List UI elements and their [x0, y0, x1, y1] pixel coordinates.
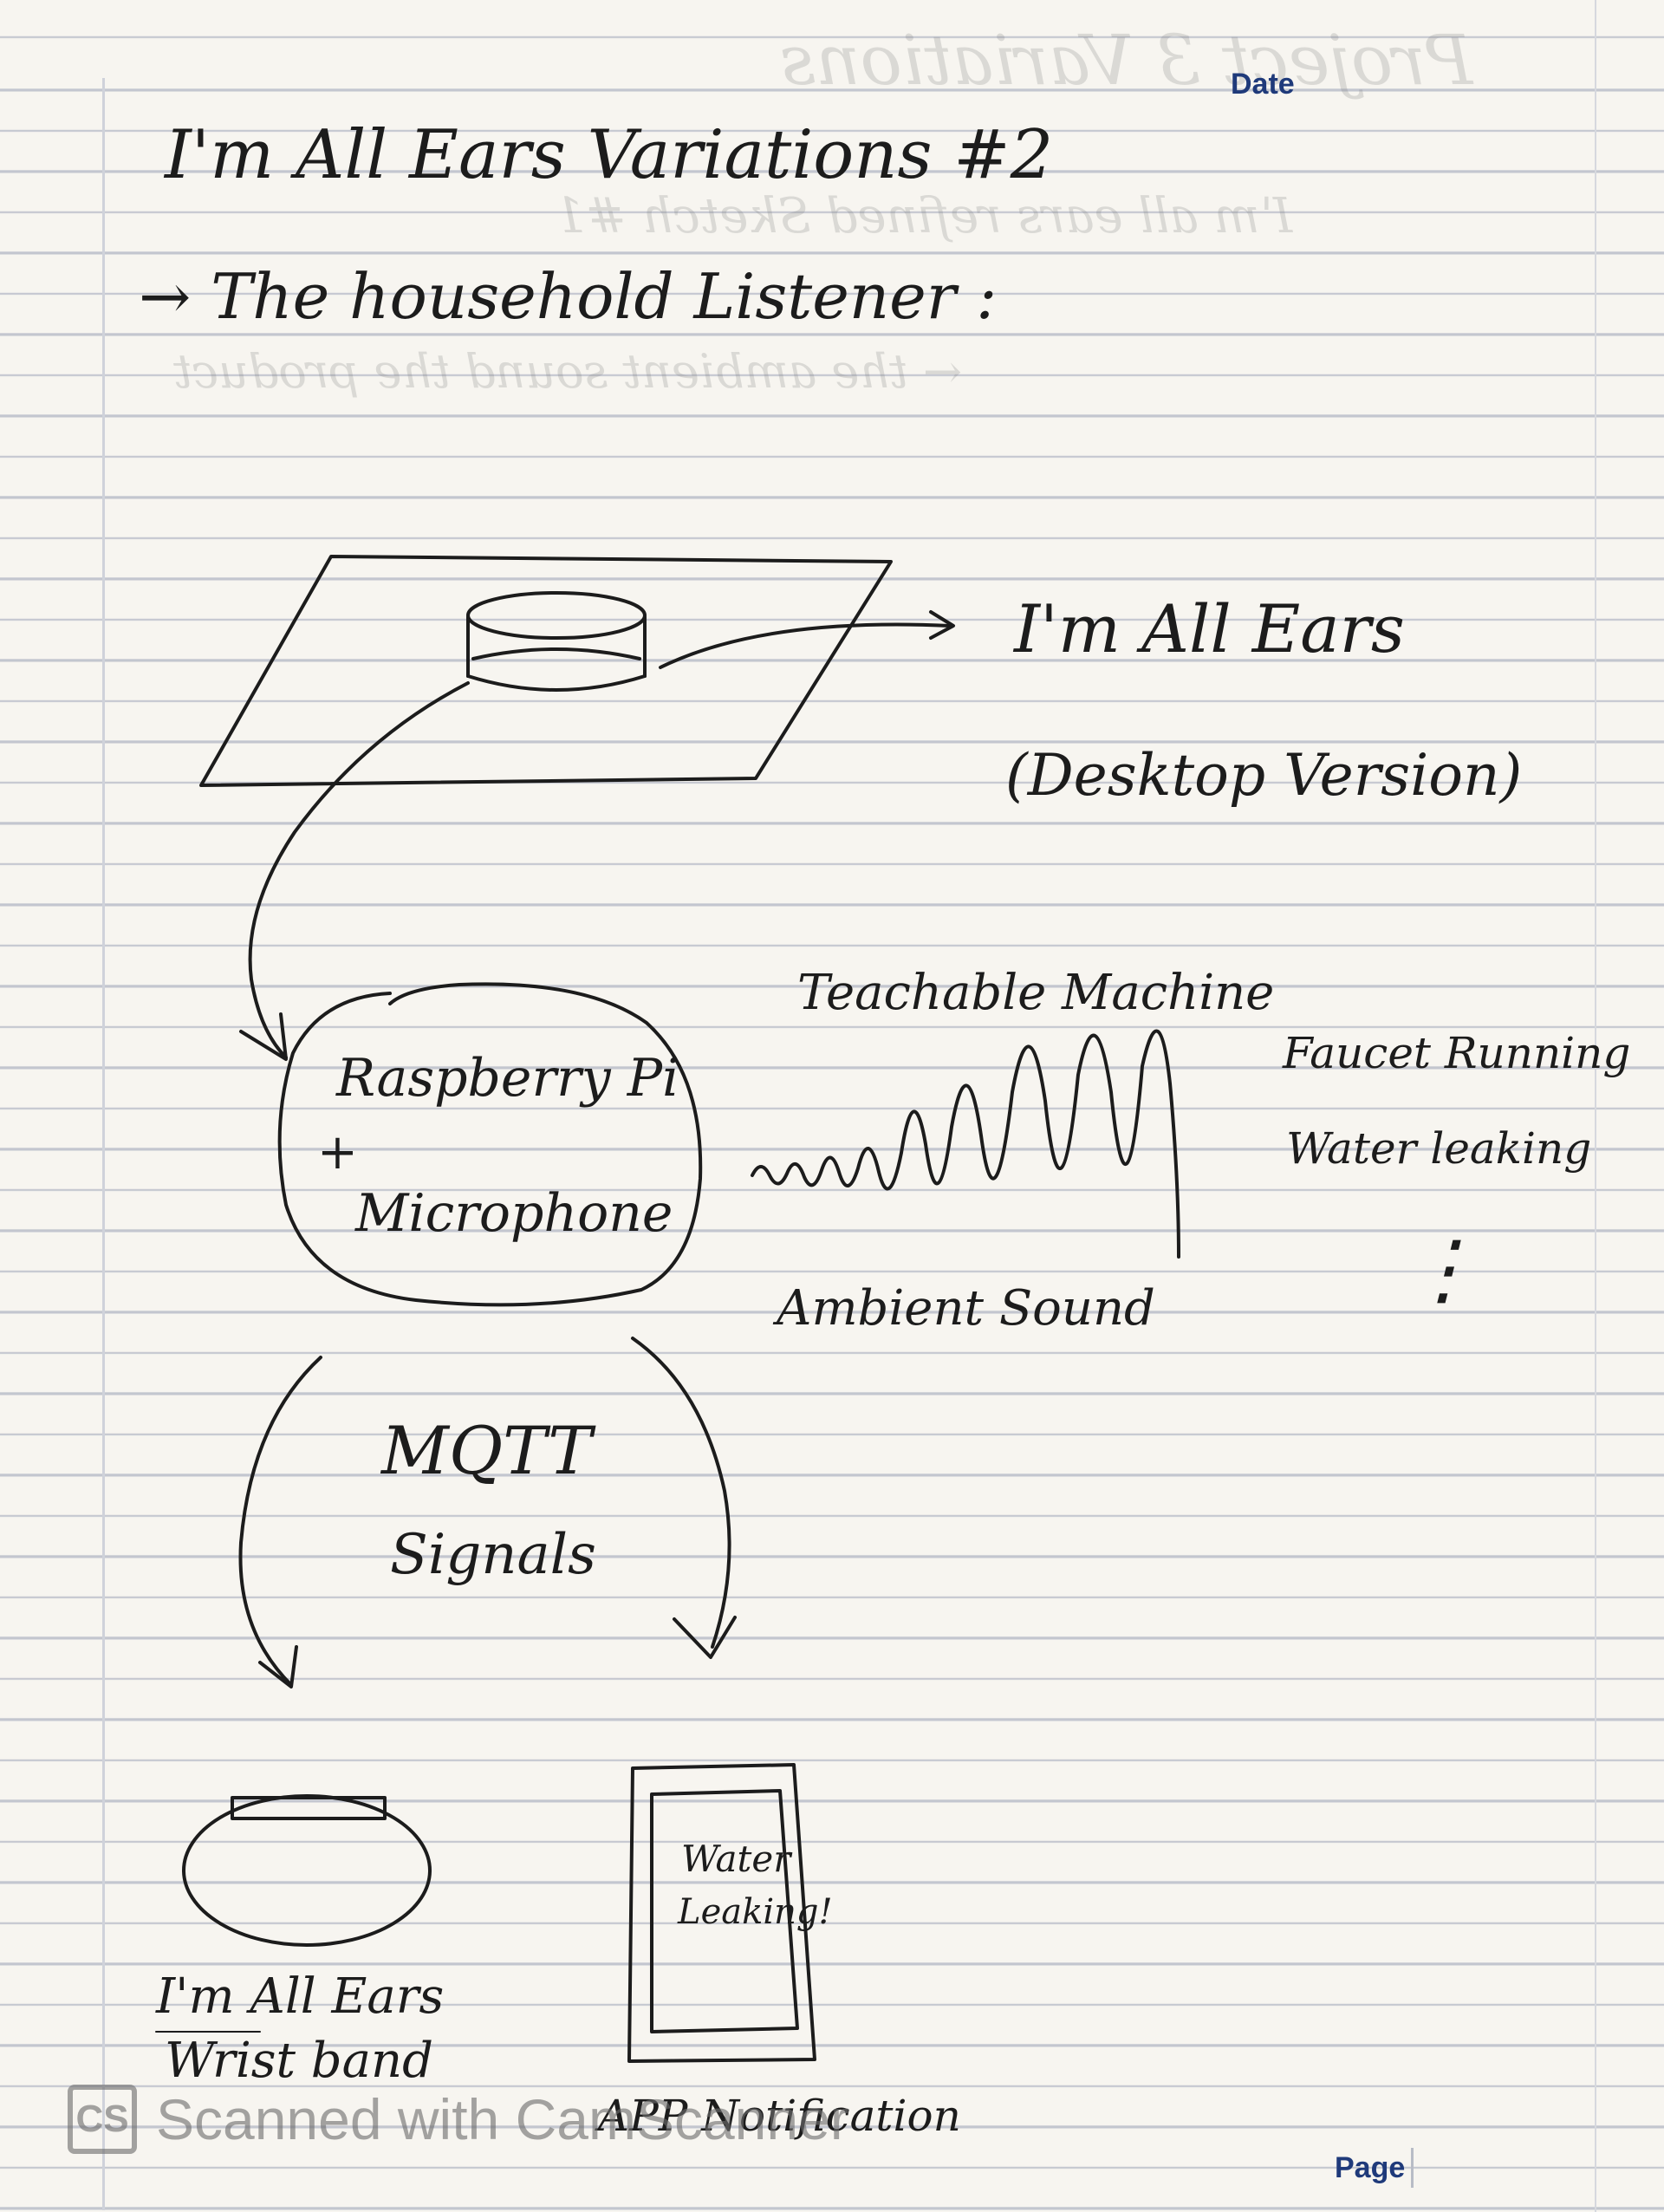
wristband-label-title: I'm All Ears — [156, 1968, 445, 2025]
sound-wave-sketch — [751, 1029, 1180, 1259]
desktop-label-title: I'm All Ears — [1014, 590, 1405, 667]
speaker-bottom-sketch — [466, 674, 647, 692]
mqtt-label: MQTT — [381, 1412, 592, 1489]
scanner-watermark: CS Scanned with CamScanner — [68, 2080, 849, 2158]
device-label-microphone: Microphone — [355, 1183, 673, 1244]
arrow-to-device — [248, 681, 470, 1059]
watermark-text: Scanned with CamScanner — [156, 2087, 849, 2151]
detect-faucet-label: Faucet Running — [1283, 1028, 1631, 1078]
arrow-to-desktop-label — [659, 622, 952, 669]
wristband-label-sub: Wrist band — [165, 2033, 433, 2089]
mqtt-arrow-left — [238, 1356, 322, 1687]
desk-surface-sketch — [199, 555, 893, 787]
camscanner-logo-icon: CS — [68, 2085, 137, 2154]
device-label-raspberry: Raspberry Pi — [336, 1048, 679, 1109]
speaker-body-sketch — [466, 615, 647, 678]
detect-more-ellipsis: ⋮ — [1404, 1224, 1482, 1315]
ambient-sound-label: Ambient Sound — [777, 1280, 1155, 1337]
phone-screen-leaking: Leaking! — [678, 1892, 833, 1932]
sketch-drawings — [155, 555, 1180, 2063]
signals-label: Signals — [390, 1523, 596, 1587]
teachable-machine-label: Teachable Machine — [797, 965, 1275, 1021]
device-label-plus: + — [317, 1124, 358, 1181]
desktop-label-subtitle: (Desktop Version) — [1005, 742, 1523, 809]
mqtt-arrow-right — [631, 1337, 731, 1649]
detect-water-label: Water leaking — [1286, 1123, 1592, 1174]
speaker-top-sketch — [466, 591, 647, 640]
phone-screen-water: Water — [681, 1838, 791, 1880]
